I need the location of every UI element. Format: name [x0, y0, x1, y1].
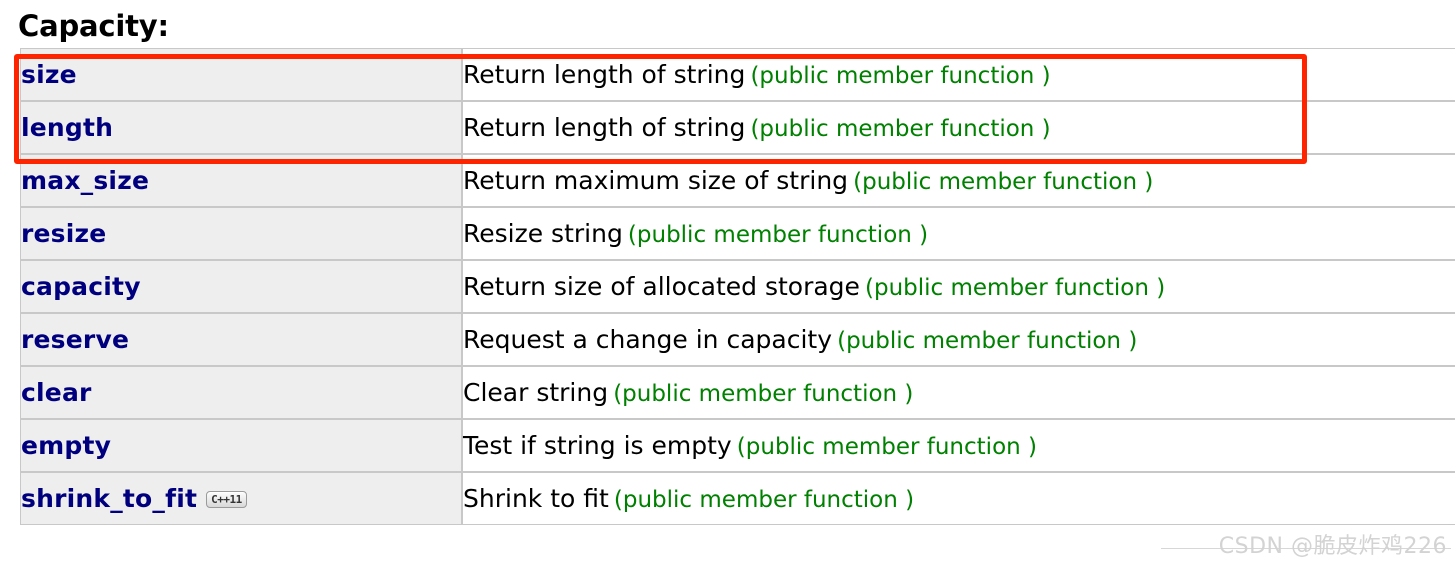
- member-name-link[interactable]: shrink_to_fit: [21, 484, 197, 513]
- member-description-text: Test if string is empty: [463, 431, 732, 460]
- member-description-cell: Clear string (public member function ): [462, 366, 1455, 419]
- table-row: shrink_to_fit C++11 Shrink to fit (public …: [20, 472, 1455, 525]
- csdn-watermark: CSDN @脆皮炸鸡226: [1218, 534, 1447, 559]
- member-name-cell[interactable]: max_size: [20, 154, 462, 207]
- page-title: Capacity:: [18, 9, 169, 43]
- member-kind-note: (public member function ): [750, 63, 1051, 89]
- table-row: resize Resize string (public member funct…: [20, 207, 1455, 260]
- page-left-rule: [3, 0, 4, 582]
- member-name-link[interactable]: length: [21, 113, 113, 142]
- member-name-cell[interactable]: shrink_to_fit C++11: [20, 472, 462, 525]
- member-kind-note: (public member function ): [865, 275, 1166, 301]
- member-kind-note: (public member function ): [750, 116, 1051, 142]
- member-name-link[interactable]: size: [21, 60, 77, 89]
- member-name-cell[interactable]: length: [20, 101, 462, 154]
- member-kind-note: (public member function ): [627, 222, 929, 248]
- table-row: size Return length of string (public memb…: [20, 48, 1455, 101]
- member-name-link[interactable]: resize: [21, 219, 106, 248]
- table-row: length Return length of string (public me…: [20, 101, 1455, 154]
- table-row: clear Clear string (public member functio…: [20, 366, 1455, 419]
- member-description-cell: Resize string (public member function ): [462, 207, 1455, 260]
- table-body: size Return length of string (public memb…: [20, 48, 1455, 525]
- member-description-cell: Return size of allocated storage (public…: [462, 260, 1455, 313]
- member-kind-note: (public member function ): [613, 487, 915, 513]
- member-name-link[interactable]: reserve: [21, 325, 129, 354]
- member-description-cell: Shrink to fit (public member function ): [462, 472, 1455, 525]
- member-kind-note: (public member function ): [837, 328, 1138, 354]
- member-name-cell[interactable]: capacity: [20, 260, 462, 313]
- member-description-text: Shrink to fit: [463, 484, 609, 513]
- member-description-cell: Request a change in capacity (public mem…: [462, 313, 1455, 366]
- member-description-text: Resize string: [463, 219, 623, 248]
- member-description-cell: Return maximum size of string (public me…: [462, 154, 1455, 207]
- member-kind-note: (public member function ): [853, 169, 1154, 195]
- member-description-text: Request a change in capacity: [463, 325, 832, 354]
- member-kind-note: (public member function ): [736, 434, 1037, 460]
- table-row: max_size Return maximum size of string (p…: [20, 154, 1455, 207]
- member-name-link[interactable]: empty: [21, 431, 111, 460]
- member-name-cell[interactable]: size: [20, 48, 462, 101]
- member-description-cell: Return length of string (public member f…: [462, 48, 1455, 101]
- member-description-text: Return length of string: [463, 60, 746, 89]
- member-name-cell[interactable]: resize: [20, 207, 462, 260]
- member-description-text: Return maximum size of string: [463, 166, 849, 195]
- capacity-members-table: size Return length of string (public memb…: [20, 48, 1455, 525]
- member-description-cell: Test if string is empty (public member f…: [462, 419, 1455, 472]
- member-kind-note: (public member function ): [613, 381, 914, 407]
- member-name-cell[interactable]: empty: [20, 419, 462, 472]
- member-name-link[interactable]: max_size: [21, 166, 149, 195]
- table-row: empty Test if string is empty (public mem…: [20, 419, 1455, 472]
- member-description-text: Return length of string: [463, 113, 746, 142]
- member-name-link[interactable]: capacity: [21, 272, 141, 301]
- cpp11-badge-icon: C++11: [206, 491, 247, 508]
- member-name-cell[interactable]: reserve: [20, 313, 462, 366]
- member-description-text: Return size of allocated storage: [463, 272, 860, 301]
- table-row: capacity Return size of allocated storage…: [20, 260, 1455, 313]
- member-description-text: Clear string: [463, 378, 609, 407]
- member-description-cell: Return length of string (public member f…: [462, 101, 1455, 154]
- table-row: reserve Request a change in capacity (pub…: [20, 313, 1455, 366]
- member-name-link[interactable]: clear: [21, 378, 92, 407]
- member-name-cell[interactable]: clear: [20, 366, 462, 419]
